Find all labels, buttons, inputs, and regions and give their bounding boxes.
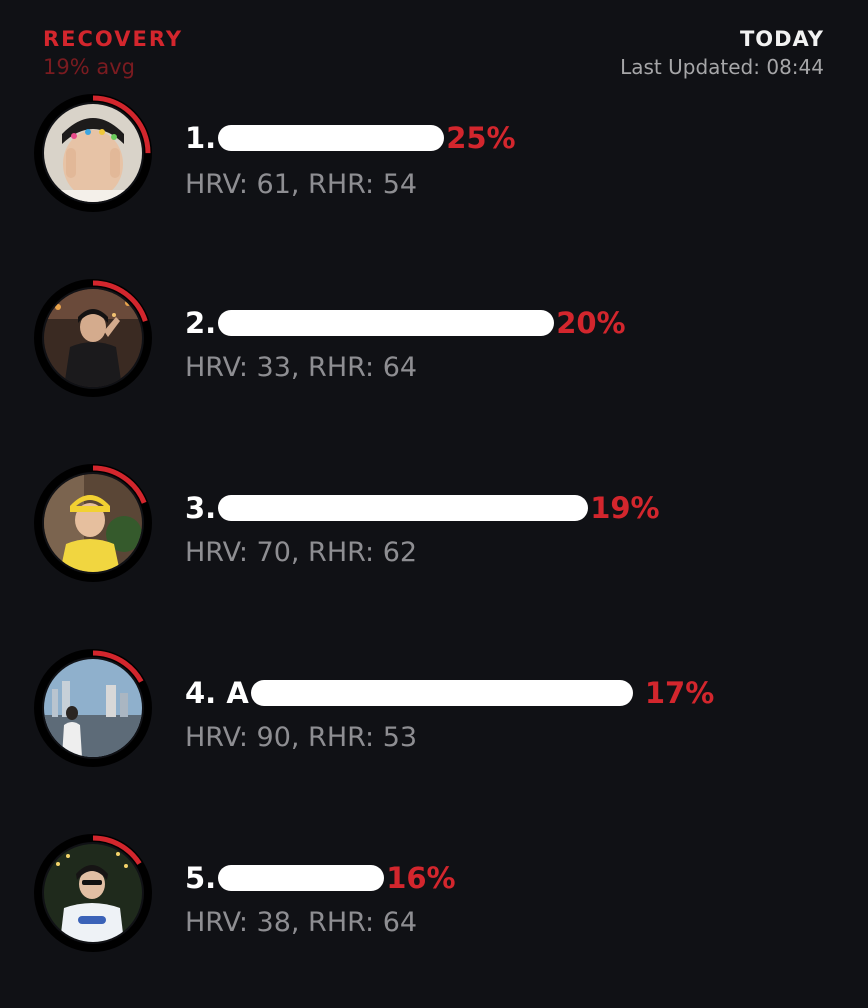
hrv-rhr-stats: HRV: 33, RHR: 64 bbox=[185, 352, 418, 383]
name-initial: A bbox=[226, 676, 249, 710]
row-title: 5. 16% bbox=[185, 860, 456, 896]
header-right: TODAY Last Updated: 08:44 bbox=[620, 26, 824, 80]
recovery-percent: 19% bbox=[590, 491, 660, 525]
leaderboard-row[interactable]: 5. 16% HRV: 38, RHR: 64 bbox=[0, 830, 868, 980]
avatar-with-recovery-ring bbox=[33, 93, 153, 213]
last-updated-label: Last Updated: 08:44 bbox=[620, 55, 824, 79]
rank-number: 2. bbox=[185, 306, 217, 340]
user-avatar-photo-icon bbox=[44, 289, 142, 387]
leaderboard-row[interactable]: 1. 25% HRV: 61, RHR: 54 bbox=[0, 90, 868, 240]
recovery-percent: 16% bbox=[386, 861, 456, 895]
hrv-rhr-stats: HRV: 38, RHR: 64 bbox=[185, 907, 418, 938]
user-avatar-photo-icon bbox=[44, 474, 142, 572]
recovery-percent: 20% bbox=[556, 306, 626, 340]
row-title: 4. A 17% bbox=[185, 675, 714, 711]
header: RECOVERY 19% avg TODAY Last Updated: 08:… bbox=[0, 0, 868, 90]
recovery-percent: 25% bbox=[446, 121, 516, 155]
redacted-name bbox=[218, 310, 555, 336]
rank-number: 4. bbox=[185, 676, 217, 710]
hrv-rhr-stats: HRV: 70, RHR: 62 bbox=[185, 537, 418, 568]
rank-number: 3. bbox=[185, 491, 217, 525]
redacted-name bbox=[250, 680, 633, 706]
user-avatar-photo-icon bbox=[44, 844, 142, 942]
recovery-percent: 17% bbox=[644, 676, 715, 710]
section-title: RECOVERY bbox=[43, 27, 184, 51]
leaderboard-row[interactable]: 4. A 17% HRV: 90, RHR: 53 bbox=[0, 645, 868, 795]
avatar-with-recovery-ring bbox=[33, 833, 153, 953]
avatar-with-recovery-ring bbox=[33, 463, 153, 583]
leaderboard-row[interactable]: 2. 20% HRV: 33, RHR: 64 bbox=[0, 275, 868, 425]
hrv-rhr-stats: HRV: 61, RHR: 54 bbox=[185, 169, 418, 200]
user-avatar-photo-icon bbox=[44, 104, 142, 202]
avatar-with-recovery-ring bbox=[33, 648, 153, 768]
redacted-name bbox=[218, 125, 445, 151]
redacted-name bbox=[218, 865, 385, 891]
leaderboard-row[interactable]: 3. 19% HRV: 70, RHR: 62 bbox=[0, 460, 868, 610]
average-label: 19% avg bbox=[43, 55, 135, 79]
row-title: 2. 20% bbox=[185, 305, 626, 341]
user-avatar-photo-icon bbox=[44, 659, 142, 757]
rank-number: 5. bbox=[185, 861, 217, 895]
avatar-with-recovery-ring bbox=[33, 278, 153, 398]
row-title: 3. 19% bbox=[185, 490, 660, 526]
hrv-rhr-stats: HRV: 90, RHR: 53 bbox=[185, 722, 418, 753]
row-title: 1. 25% bbox=[185, 120, 516, 156]
period-selector[interactable]: TODAY bbox=[620, 26, 824, 52]
rank-number: 1. bbox=[185, 121, 217, 155]
redacted-name bbox=[218, 495, 589, 521]
header-left: RECOVERY 19% avg bbox=[43, 26, 183, 80]
